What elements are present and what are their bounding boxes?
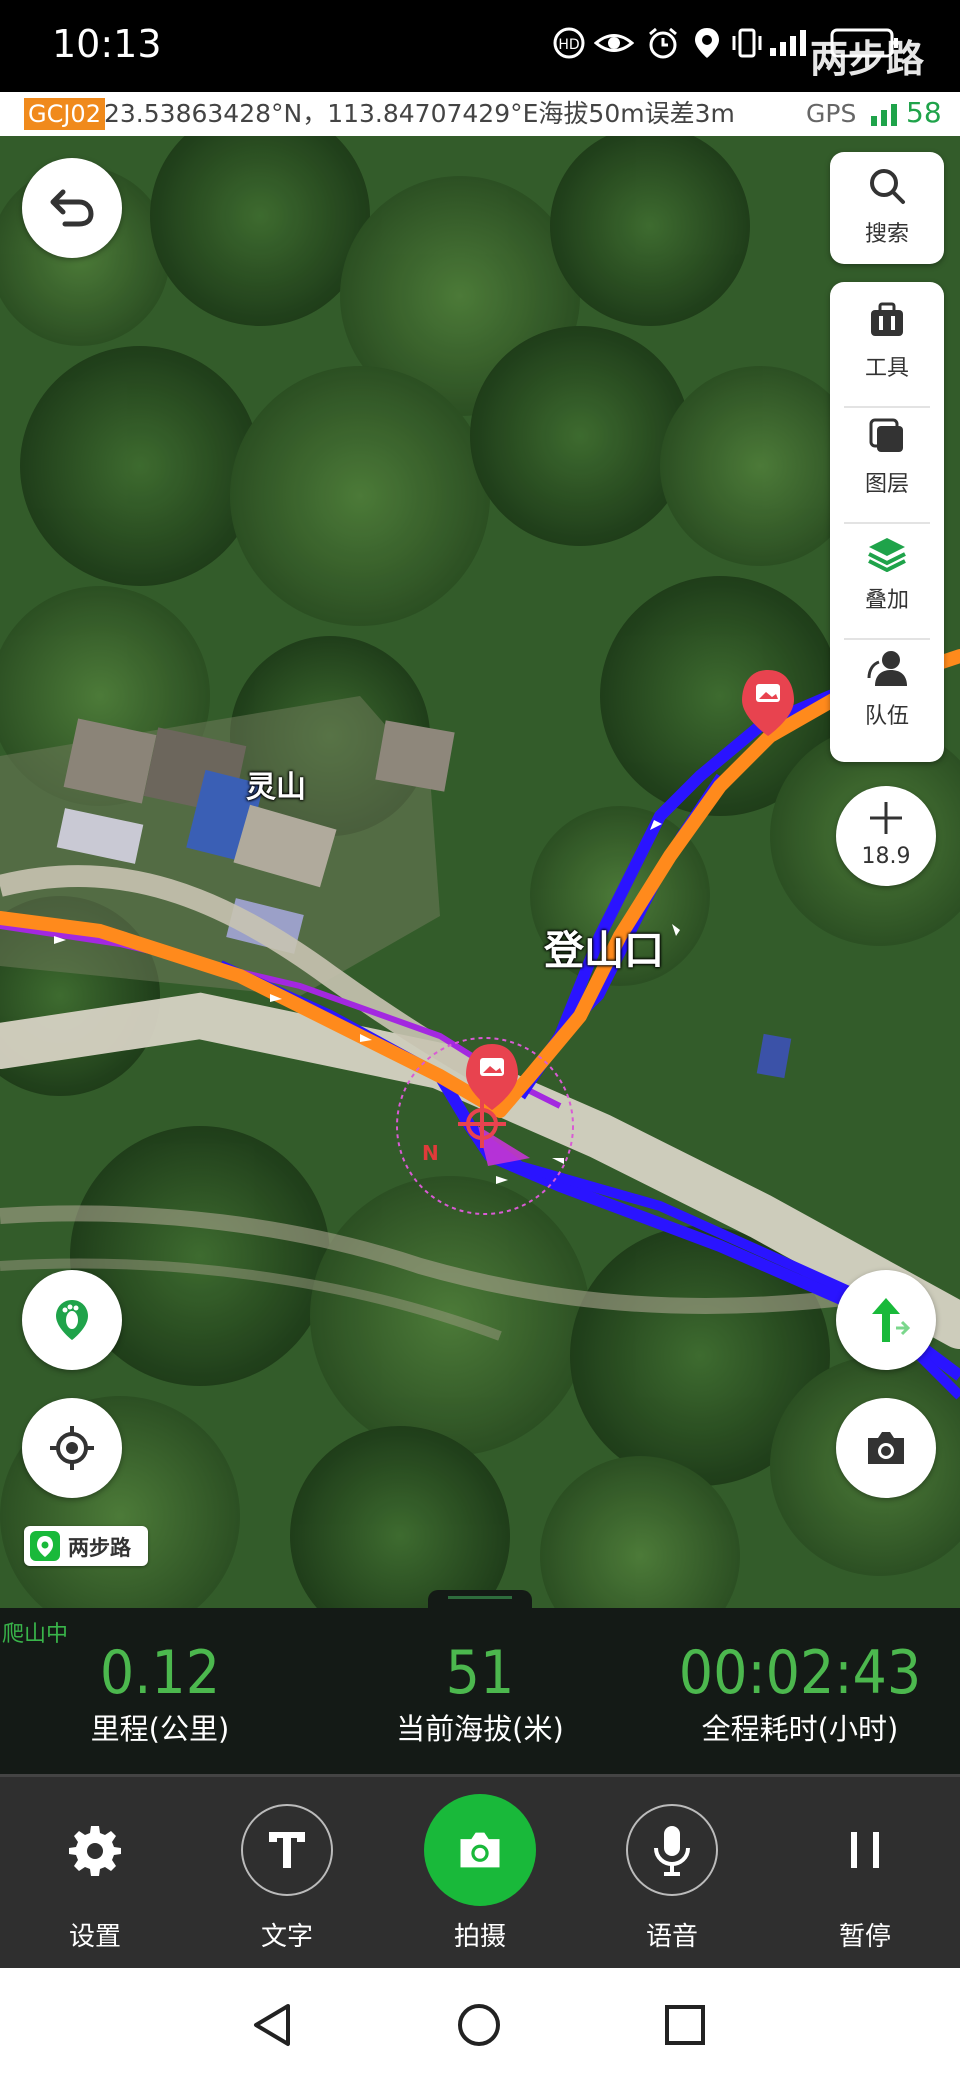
text-note-label: 文字 [260,1922,313,1952]
voice-note-button[interactable]: 语音 [592,1800,752,1960]
gps-satellite-count: 58 [906,96,942,129]
team-button[interactable]: 队伍 [830,634,944,746]
layers-button[interactable]: 图层 [830,402,944,514]
camera-button[interactable] [836,1398,936,1498]
team-icon [867,651,907,686]
zoom-level: 18.9 [861,844,911,869]
svg-text:HD: HD [558,37,579,53]
brand-logo: 两步路 [24,1526,148,1566]
distance-label: 里程(公里) [90,1712,230,1746]
waypoint-label: 登山口 [544,928,664,974]
tools-button[interactable]: 工具 [830,286,944,398]
layers-icon [869,418,903,452]
up-arrow-icon [872,1298,911,1342]
team-label: 队伍 [864,704,909,729]
altitude-label: 当前海拔(米) [396,1712,564,1746]
satellite-map: N [0,136,960,1608]
settings-label: 设置 [68,1922,121,1952]
locate-button[interactable] [22,1398,122,1498]
pause-button[interactable]: 暂停 [785,1800,945,1960]
watermark: 两步路 [809,37,924,81]
gps-signal-icon [871,104,897,126]
map-view[interactable]: N 灵山 登山口 [0,136,960,1608]
back-icon[interactable] [250,2002,296,2048]
coordinate-bar: GCJ02 23.53863428°N，113.84707429°E海拔50m误… [0,92,960,136]
footprint-button[interactable] [22,1270,122,1370]
hd-call-icon: HD [553,27,585,59]
status-time: 10:13 [52,22,162,66]
brand-logo-icon [30,1531,60,1561]
search-label: 搜索 [864,222,909,247]
altitude-value: 51 [445,1638,515,1708]
text-icon [269,1832,305,1868]
navigate-button[interactable] [836,1270,936,1370]
camera-icon [868,1432,904,1464]
plus-icon [870,802,902,834]
capture-button[interactable]: 拍摄 [400,1794,560,1960]
footprint-icon [56,1300,88,1340]
voice-note-label: 语音 [645,1922,698,1952]
distance-value: 0.12 [99,1638,221,1708]
back-button[interactable] [22,158,122,258]
overlay-button[interactable]: 叠加 [830,518,944,630]
settings-button[interactable]: 设置 [15,1800,175,1960]
brand-text: 两步路 [68,1536,131,1560]
pause-label: 暂停 [838,1922,891,1952]
capture-label: 拍摄 [453,1922,506,1952]
signal-icon [770,30,806,56]
eye-icon [594,34,634,52]
return-icon [50,189,94,227]
compass-north-label: N [422,1141,439,1165]
vibrate-icon [732,28,762,58]
overlay-label: 叠加 [864,588,909,613]
crosshair-icon [50,1426,94,1470]
camera-icon [460,1832,500,1868]
text-note-button[interactable]: 文字 [207,1800,367,1960]
system-nav-bar [0,1968,960,2080]
search-icon [870,169,905,204]
drawer-handle[interactable] [428,1590,532,1610]
elapsed-time-value: 00:02:43 [678,1638,922,1708]
zoom-in-button[interactable]: 18.9 [836,786,936,886]
gps-label: GPS [806,99,857,128]
pause-icon [851,1832,879,1868]
gear-icon [69,1826,121,1876]
map-tools-panel: 工具 图层 叠加 队伍 [830,282,944,762]
search-button[interactable]: 搜索 [830,152,944,264]
elapsed-time-label: 全程耗时(小时) [701,1712,899,1746]
status-bar: 10:13 HD 两步路 [0,0,960,92]
home-icon[interactable] [456,2002,502,2048]
drawer-handle-line [448,1596,512,1599]
overlay-icon [868,538,906,572]
coordinates-text: 23.53863428°N，113.84707429°E海拔50m误差3m [104,99,735,128]
microphone-icon [654,1826,690,1876]
tools-label: 工具 [864,356,909,381]
alarm-icon [649,27,677,59]
recents-icon[interactable] [662,2002,708,2048]
location-icon [695,28,719,58]
toolbox-icon [871,302,903,336]
place-label: 灵山 [246,770,306,805]
datum-badge: GCJ02 [24,98,105,130]
layers-label: 图层 [864,472,909,497]
